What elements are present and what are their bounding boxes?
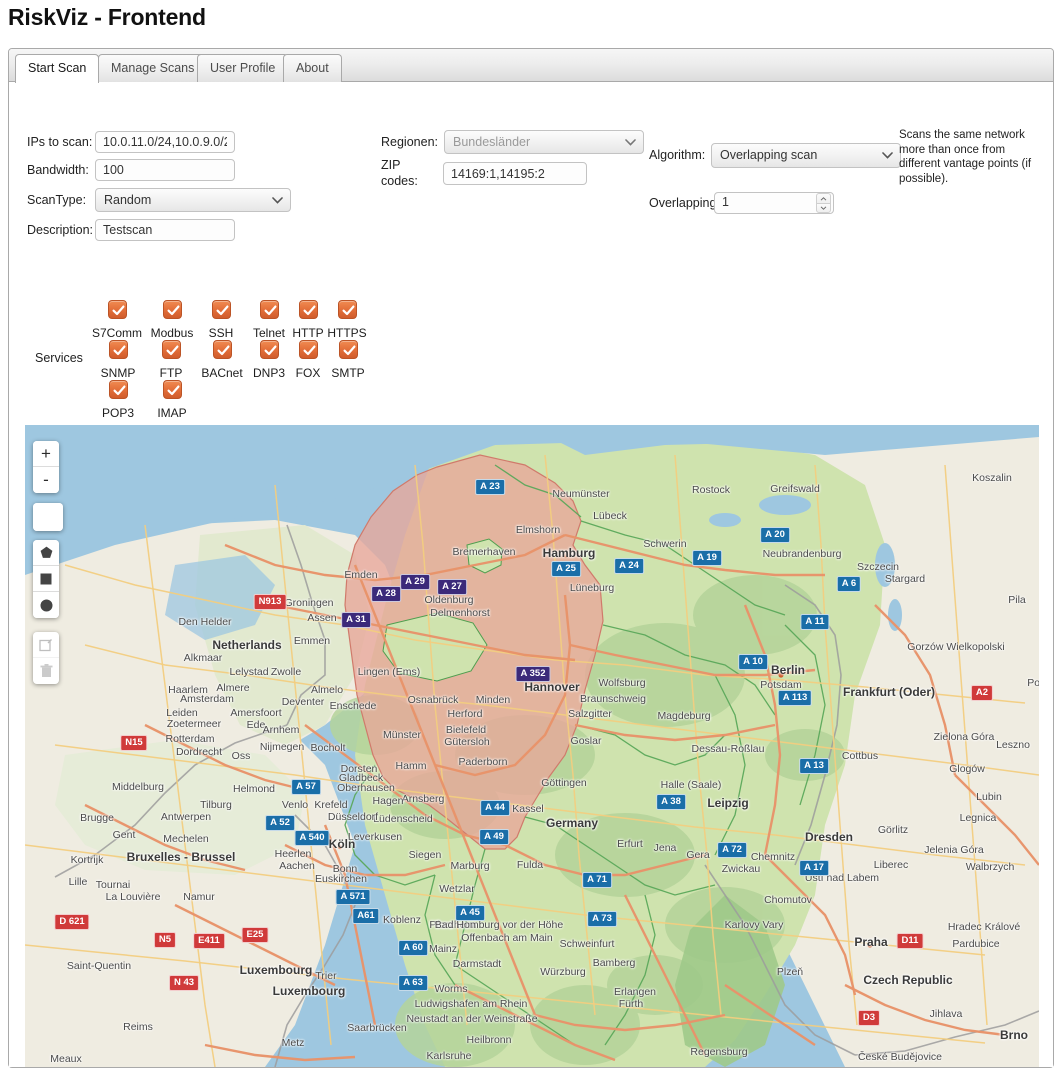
map-view[interactable]: NeumünsterRostockGreifswaldKoszalinLübec… [25,425,1039,1067]
edit-icon [39,638,53,652]
stepper-down-icon[interactable] [816,203,831,213]
map-svg [25,425,1039,1067]
app-window: RiskViz - Frontend Start Scan Manage Sca… [0,0,1063,1076]
check-icon [111,303,126,318]
description-input[interactable] [95,219,235,241]
zoom-in-button[interactable]: + [33,441,59,467]
scantype-value: Random [104,193,151,207]
map-zoom-controls[interactable]: + - [33,441,59,493]
service-pop3: POP3 [88,380,148,420]
check-icon [263,303,278,318]
ips-input[interactable] [95,131,235,153]
map-tiles [25,425,1039,1067]
zip-codes-input[interactable] [443,162,587,185]
checkbox-https-checked[interactable] [338,300,357,319]
service-label: HTTPS [317,326,377,340]
tab-widget: Start Scan Manage Scans User Profile Abo… [8,48,1054,1068]
service-label: POP3 [88,406,148,420]
regionen-label: Regionen: [381,135,438,149]
layers-control[interactable] [33,503,63,531]
delete-button [33,658,59,684]
ips-label: IPs to scan: [27,135,92,149]
checkbox-imap-checked[interactable] [163,380,182,399]
services-label: Services [35,351,83,365]
scantype-label: ScanType: [27,193,86,207]
stepper-buttons [816,193,831,213]
overlapping-stepper[interactable]: 1 [714,192,834,214]
service-label: S7Comm [87,326,147,340]
polygon-icon [40,546,53,559]
check-icon [166,383,181,398]
checkbox-ftp-checked[interactable] [162,340,181,359]
bandwidth-input[interactable] [95,159,235,181]
checkbox-http-checked[interactable] [299,300,318,319]
check-icon [112,383,127,398]
bandwidth-label: Bandwidth: [27,163,89,177]
stepper-up-icon[interactable] [816,193,831,203]
service-imap: IMAP [142,380,202,420]
check-icon [165,343,180,358]
checkbox-fox-checked[interactable] [299,340,318,359]
algorithm-select[interactable]: Overlapping scan [711,143,901,168]
algorithm-label: Algorithm: [649,148,705,162]
zip-label-line2: codes: [381,174,418,188]
overlapping-label: Overlapping [649,196,716,210]
checkbox-snmp-checked[interactable] [109,340,128,359]
trash-icon [40,664,53,678]
checkbox-telnet-checked[interactable] [260,300,279,319]
checkbox-dnp3-checked[interactable] [260,340,279,359]
chevron-down-icon [882,144,893,167]
zoom-out-button[interactable]: - [33,467,59,493]
check-icon [263,343,278,358]
description-label: Description: [27,223,93,237]
zip-label-line1: ZIP [381,158,400,172]
checkbox-s7comm-checked[interactable] [108,300,127,319]
regionen-select[interactable]: Bundesländer [444,130,644,154]
service-snmp: SNMP [88,340,148,380]
checkbox-smtp-checked[interactable] [339,340,358,359]
checkbox-modbus-checked[interactable] [163,300,182,319]
check-icon [302,343,317,358]
service-s7comm: S7Comm [87,300,147,340]
algorithm-hint: Scans the same network more than once fr… [899,128,1049,186]
check-icon [112,343,127,358]
check-icon [215,303,230,318]
tab-panel-start-scan: IPs to scan: Bandwidth: ScanType: Random… [9,82,1053,1067]
rectangle-icon [40,573,52,585]
check-icon [302,303,317,318]
edit-button [33,632,59,658]
algorithm-value: Overlapping scan [720,148,817,162]
chevron-down-icon [272,189,283,211]
draw-polygon-button[interactable] [33,540,59,566]
service-label: IMAP [142,406,202,420]
draw-rectangle-button[interactable] [33,566,59,592]
tab-start-scan[interactable]: Start Scan [15,54,99,83]
chevron-down-icon [625,131,636,153]
layers-icon[interactable] [33,503,63,531]
checkbox-bacnet-checked[interactable] [213,340,232,359]
check-icon [342,343,357,358]
service-label: SMTP [318,366,378,380]
check-icon [341,303,356,318]
overlapping-value: 1 [722,195,729,209]
page-title: RiskViz - Frontend [8,4,206,31]
service-smtp: SMTP [318,340,378,380]
circle-icon [40,599,53,612]
tab-about[interactable]: About [283,54,342,82]
edit-toolbar [33,632,59,684]
checkbox-pop3-checked[interactable] [109,380,128,399]
check-icon [166,303,181,318]
check-icon [216,343,231,358]
tab-user-profile[interactable]: User Profile [197,54,288,82]
tab-manage-scans[interactable]: Manage Scans [98,54,207,82]
checkbox-ssh-checked[interactable] [212,300,231,319]
service-https: HTTPS [317,300,377,340]
draw-circle-button[interactable] [33,592,59,618]
regionen-value: Bundesländer [453,135,530,149]
tab-bar: Start Scan Manage Scans User Profile Abo… [9,49,1053,82]
scantype-select[interactable]: Random [95,188,291,212]
draw-toolbar[interactable] [33,540,59,618]
service-label: SNMP [88,366,148,380]
